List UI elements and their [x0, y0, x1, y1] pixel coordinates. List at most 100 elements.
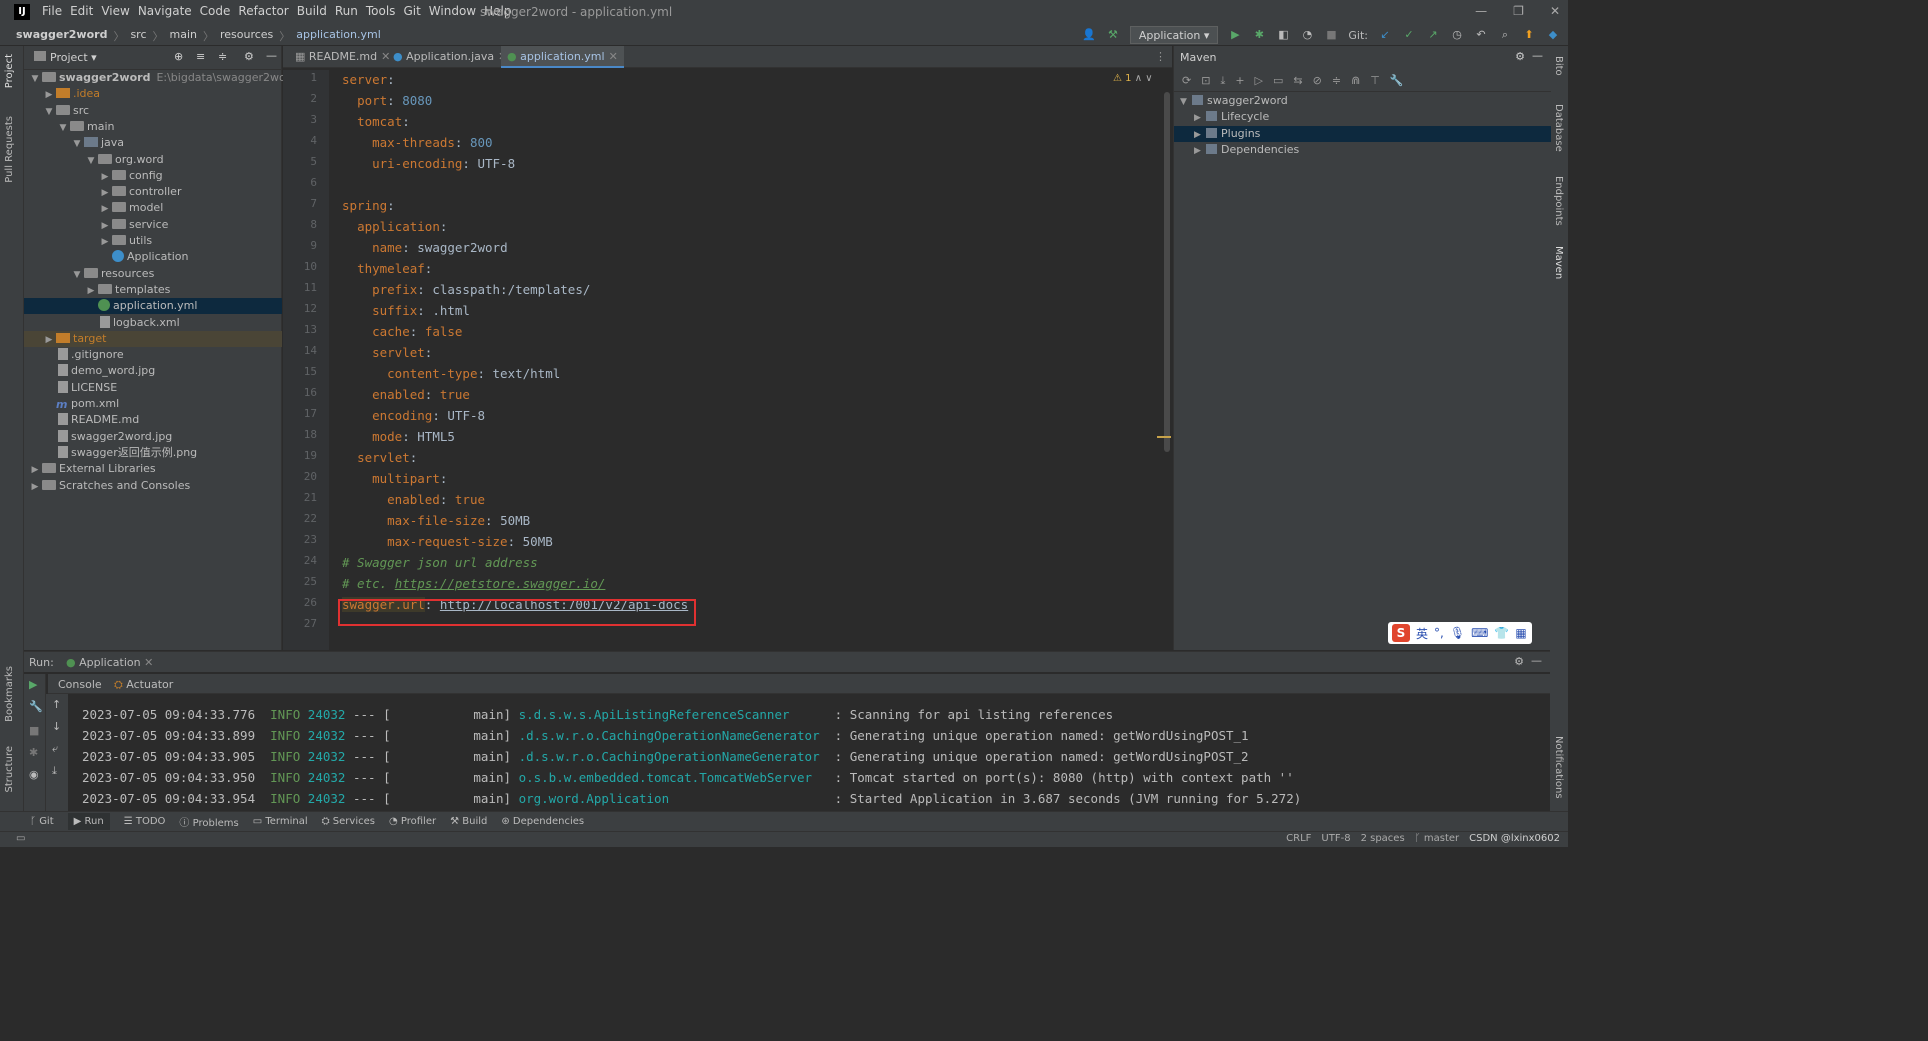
git-branch[interactable]: ᚴ master — [1415, 833, 1459, 844]
tree-item[interactable]: ▼ main — [24, 119, 282, 135]
chevron-right-icon[interactable]: ▶ — [1194, 110, 1206, 126]
menu-file[interactable]: File — [42, 4, 62, 18]
layout-icon[interactable]: ▭ — [16, 833, 25, 844]
run-hide-icon[interactable]: — — [1531, 654, 1542, 667]
ime-language[interactable]: 英 — [1416, 625, 1428, 642]
line-separator[interactable]: CRLF — [1286, 833, 1311, 844]
menu-build[interactable]: Build — [297, 4, 327, 18]
file-encoding[interactable]: UTF-8 — [1321, 833, 1350, 844]
reload-icon[interactable]: ⟳ — [1182, 74, 1191, 87]
run-settings-icon[interactable]: ⚙ — [1514, 655, 1524, 668]
project-view-selector[interactable]: Project ▾ — [50, 51, 97, 64]
plugin-icon[interactable]: ◆ — [1546, 28, 1560, 42]
rerun-icon[interactable]: ▶ — [29, 678, 37, 691]
chevron-down-icon[interactable]: ▼ — [30, 71, 40, 87]
collapse-icon[interactable]: ≑ — [1332, 74, 1341, 87]
maven-tree-item[interactable]: ▶ Dependencies — [1174, 142, 1551, 158]
tree-item[interactable]: swagger2word.jpg — [24, 429, 282, 445]
profile-icon[interactable]: ◔ — [1300, 28, 1314, 42]
menu-refactor[interactable]: Refactor — [238, 4, 288, 18]
tool-tab-notifications[interactable]: Notifications — [1553, 736, 1564, 799]
tree-item[interactable]: ▼ src — [24, 103, 282, 119]
bottom-tab-build[interactable]: ⚒ Build — [450, 816, 487, 827]
chevron-right-icon[interactable]: ▶ — [1194, 143, 1206, 159]
menu-code[interactable]: Code — [200, 4, 231, 18]
chevron-down-icon[interactable]: ▼ — [58, 120, 68, 136]
git-commit-icon[interactable]: ✓ — [1402, 28, 1416, 42]
chevron-right-icon[interactable]: ▶ — [100, 218, 110, 234]
bottom-tab-git[interactable]: ᚴ Git — [30, 816, 54, 827]
toggle-offline-icon[interactable]: ⇆ — [1293, 74, 1302, 87]
ime-grid-icon[interactable]: ▦ — [1515, 626, 1526, 640]
indent-setting[interactable]: 2 spaces — [1361, 833, 1405, 844]
chevron-right-icon[interactable]: ▶ — [100, 169, 110, 185]
console-output[interactable]: 2023-07-05 09:04:33.776 INFO 24032 --- [… — [24, 694, 1550, 812]
tree-item[interactable]: .gitignore — [24, 347, 282, 363]
tree-item[interactable]: ▶ .idea — [24, 86, 282, 102]
breadcrumb-file[interactable]: application.yml — [296, 28, 380, 44]
tree-item[interactable]: LICENSE — [24, 380, 282, 396]
show-deps-icon[interactable]: ⋒ — [1351, 74, 1360, 87]
tree-item[interactable]: logback.xml — [24, 315, 282, 331]
chevron-down-icon[interactable]: ▼ — [44, 104, 54, 120]
tree-item[interactable]: ▶ templates — [24, 282, 282, 298]
tree-item[interactable]: ▼ org.word — [24, 152, 282, 168]
editor-scrollbar[interactable] — [1164, 92, 1170, 452]
bottom-tab-services[interactable]: ⛭ Services — [322, 816, 375, 827]
ime-toolbar[interactable]: S 英 °, 🎙 ⌨ 👕 ▦ — [1388, 622, 1532, 644]
user-icon[interactable]: 👤 — [1082, 28, 1096, 42]
run-icon[interactable]: ▶ — [1228, 28, 1242, 42]
download-icon[interactable]: ⤓ — [1220, 74, 1225, 88]
bottom-tab-dependencies[interactable]: ⊛ Dependencies — [501, 816, 584, 827]
chevron-right-icon[interactable]: ▶ — [1194, 127, 1206, 143]
skip-tests-icon[interactable]: ⊘ — [1313, 74, 1322, 87]
tree-item[interactable]: demo_word.jpg — [24, 363, 282, 379]
run-configuration-select[interactable]: Application ▾ — [1129, 26, 1219, 44]
chevron-right-icon[interactable]: ▶ — [100, 201, 110, 217]
rollback-icon[interactable]: ↶ — [1474, 28, 1488, 42]
tree-item[interactable]: ▼ resources — [24, 266, 282, 282]
chevron-right-icon[interactable]: ▶ — [44, 332, 54, 348]
expand-icon[interactable]: ⊤ — [1370, 74, 1380, 87]
bottom-tab-problems[interactable]: ⓘ Problems — [179, 814, 238, 829]
maven-tree-item[interactable]: ▶ Plugins — [1174, 125, 1551, 143]
debug-icon[interactable]: ✱ — [1252, 28, 1266, 42]
hide-panel-icon[interactable]: — — [266, 49, 277, 62]
tree-item[interactable]: ▶ Scratches and Consoles — [24, 478, 282, 494]
tree-item[interactable]: ▶ model — [24, 200, 282, 216]
menu-run[interactable]: Run — [335, 4, 358, 18]
chevron-right-icon[interactable]: ▶ — [44, 87, 54, 103]
ime-punct-icon[interactable]: °, — [1434, 626, 1444, 640]
git-update-icon[interactable]: ↙ — [1378, 28, 1392, 42]
update-icon[interactable]: ⬆ — [1522, 28, 1536, 42]
search-icon[interactable]: ⌕ — [1498, 28, 1512, 42]
git-push-icon[interactable]: ↗ — [1426, 28, 1440, 42]
stop-icon[interactable]: ■ — [1324, 28, 1338, 42]
maven-tree-item[interactable]: ▼ swagger2word — [1174, 93, 1551, 109]
tree-item[interactable]: application.yml — [24, 298, 282, 315]
chevron-down-icon[interactable]: ▼ — [1180, 94, 1192, 110]
maven-tree-item[interactable]: ▶ Lifecycle — [1174, 109, 1551, 125]
chevron-right-icon[interactable]: ▶ — [100, 185, 110, 201]
bottom-tab-todo[interactable]: ☰ TODO — [124, 816, 166, 827]
breadcrumb-src[interactable]: src — [130, 28, 146, 44]
ime-skin-icon[interactable]: 👕 — [1494, 626, 1509, 640]
close-window-button[interactable]: ✕ — [1550, 4, 1560, 18]
run-config-tab[interactable]: ● Application ✕ — [66, 656, 153, 669]
chevron-right-icon[interactable]: ▶ — [100, 234, 110, 250]
menu-window[interactable]: Window — [429, 4, 476, 18]
console-tab[interactable]: Console — [58, 678, 102, 691]
tree-item[interactable]: ▶ External Libraries — [24, 461, 282, 477]
collapse-all-icon[interactable]: ≑ — [218, 50, 227, 63]
locate-icon[interactable]: ⊕ — [174, 50, 183, 63]
tree-item[interactable]: ▶ target — [24, 330, 282, 348]
menu-edit[interactable]: Edit — [70, 4, 93, 18]
tree-item[interactable]: ▶ service — [24, 217, 282, 233]
tree-item[interactable]: ▶ controller — [24, 184, 282, 200]
chevron-right-icon[interactable]: ▶ — [30, 479, 40, 495]
ime-keyboard-icon[interactable]: ⌨ — [1471, 626, 1488, 640]
breadcrumb-resources[interactable]: resources — [220, 28, 273, 44]
menu-tools[interactable]: Tools — [366, 4, 396, 18]
minimize-button[interactable]: — — [1475, 4, 1487, 18]
tool-tab-bookmarks[interactable]: Bookmarks — [4, 666, 15, 722]
